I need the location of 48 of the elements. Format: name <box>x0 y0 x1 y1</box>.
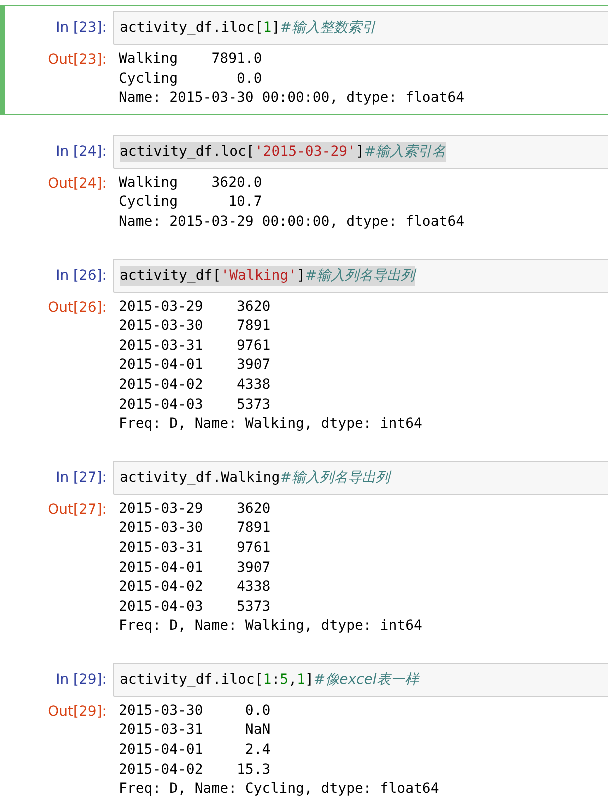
notebook-cell[interactable]: In [26]: activity_df['Walking']#输入列名导出列 Out[26]: 2015-03-29 3620 2015-03-30 7891 2015-03-31 9761 2015-04-01 3907 2015-04-02 4338 2015-04-03 5373 Freq: D, Name: Walking, dtype: int64 <box>0 252 608 441</box>
output-line: Freq: D, Name: Walking, dtype: int64 <box>119 617 422 636</box>
notebook-cell[interactable]: In [27]: activity_df.Walking#输入列名导出列 Out[27]: 2015-03-29 3620 2015-03-30 7891 2015-03-31 9761 2015-04-01 3907 2015-04-02 4338 2015-04-03 5373 Freq: D, Name: Walking, dtype: int64 <box>0 454 608 643</box>
output-line: 2015-03-30 7891 <box>119 519 272 538</box>
input-prompt: In [23]: <box>55 19 108 38</box>
code-line: activity_df.Walking#输入列名导出列 <box>120 468 390 488</box>
output-line: Cycling 10.7 <box>119 193 264 212</box>
output-line: 2015-03-29 3620 <box>119 298 272 317</box>
output-line: 2015-04-01 3907 <box>119 356 272 376</box>
output-prompt: Out[29]: <box>47 702 108 722</box>
output-line: 2015-04-03 5373 <box>119 598 272 617</box>
output-line: 2015-04-03 5373 <box>119 396 272 415</box>
output-line: 2015-04-02 4338 <box>119 578 272 598</box>
input-prompt: In [29]: <box>55 670 108 690</box>
output-line: 2015-04-01 3907 <box>119 558 272 578</box>
output-line: Freq: D, Name: Walking, dtype: int64 <box>119 415 422 434</box>
output-line: 2015-03-31 9761 <box>119 538 272 558</box>
notebook-cell[interactable]: In [23]: activity_df.iloc[1]#输入整数索引 Out[23]: Walking 7891.0 Cycling 0.0 Name: 2015-03-30 00:00:00, dtype: float64 <box>0 5 608 115</box>
code-input[interactable]: activity_df.loc['2015-03-29']#输入索引名 <box>113 134 608 169</box>
output-line: 2015-03-31 NaN <box>119 721 272 740</box>
input-prompt: In [26]: <box>55 266 108 286</box>
output-line: 2015-04-02 15.3 <box>119 760 272 780</box>
code-input[interactable]: activity_df.iloc[1:5,1]#像excel表一样 <box>113 662 608 697</box>
output-line: 2015-04-02 4338 <box>119 376 272 395</box>
output-prompt: Out[23]: <box>47 51 108 70</box>
input-prompt: In [27]: <box>55 468 108 488</box>
output-prompt: Out[26]: <box>47 298 108 318</box>
notebook-cell[interactable]: In [24]: activity_df.loc['2015-03-29']#输入索引名 Out[24]: Walking 3620.0 Cycling 10.7 Name: 2015-03-29 00:00:00, dtype: float64 <box>0 128 608 239</box>
output-line: 2015-03-31 9761 <box>119 336 272 356</box>
input-prompt: In [24]: <box>55 142 108 162</box>
output-line: Cycling 0.0 <box>119 70 264 89</box>
output-line: 2015-03-30 0.0 <box>119 702 272 721</box>
output-line: Freq: D, Name: Cycling, dtype: float64 <box>119 780 440 797</box>
output-line: 2015-04-01 2.4 <box>119 741 272 760</box>
code-input[interactable]: activity_df['Walking']#输入列名导出列 <box>113 258 608 293</box>
output-line: 2015-03-29 3620 <box>119 500 272 519</box>
output-line: Walking 3620.0 <box>119 174 264 193</box>
notebook-cell[interactable]: In [29]: activity_df.iloc[1:5,1]#像excel表一样 Out[29]: 2015-03-30 0.0 2015-03-31 NaN 2015-04-01 2.4 2015-04-02 15.3 Freq: D, Name: Cycling, dtype: float64 <box>0 656 608 797</box>
code-line: activity_df.iloc[1:5,1]#像excel表一样 <box>120 670 419 690</box>
output-prompt: Out[27]: <box>47 500 108 520</box>
output-line: 2015-03-30 7891 <box>119 317 272 336</box>
code-line: activity_df.iloc[1]#输入整数索引 <box>120 19 376 38</box>
output-line: Walking 7891.0 <box>119 50 264 69</box>
output-line: Name: 2015-03-30 00:00:00, dtype: float64 <box>119 89 465 108</box>
output-line: Name: 2015-03-29 00:00:00, dtype: float64 <box>119 212 465 232</box>
code-input[interactable]: activity_df.Walking#输入列名导出列 <box>113 460 608 495</box>
output-prompt: Out[24]: <box>47 174 108 194</box>
code-input[interactable]: activity_df.iloc[1]#输入整数索引 <box>113 11 608 45</box>
